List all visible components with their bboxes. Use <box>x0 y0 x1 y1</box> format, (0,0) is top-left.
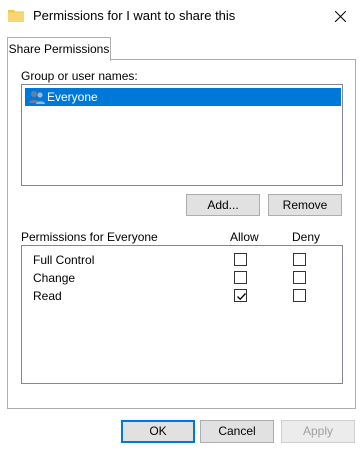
deny-checkbox-read[interactable] <box>293 289 306 302</box>
window-title: Permissions for I want to share this <box>33 8 236 23</box>
permission-name: Read <box>33 289 62 303</box>
remove-button[interactable]: Remove <box>268 194 342 216</box>
allow-column-header: Allow <box>230 230 259 244</box>
group-list-label: Group or user names: <box>21 69 138 83</box>
allow-checkbox-read[interactable] <box>234 289 247 302</box>
tab-share-permissions[interactable]: Share Permissions <box>7 37 111 61</box>
permissions-list: Full Control Change Read <box>21 245 343 384</box>
allow-checkbox-full-control[interactable] <box>234 253 247 266</box>
ok-button[interactable]: OK <box>121 420 195 443</box>
close-icon <box>335 11 346 22</box>
list-item-everyone[interactable]: Everyone <box>25 88 341 106</box>
title-bar[interactable]: Permissions for I want to share this <box>0 0 363 32</box>
users-icon <box>28 89 46 105</box>
deny-checkbox-full-control[interactable] <box>293 253 306 266</box>
allow-checkbox-change[interactable] <box>234 271 247 284</box>
permission-row-read: Read <box>22 286 342 305</box>
permission-name: Full Control <box>33 253 95 267</box>
cancel-button[interactable]: Cancel <box>200 420 274 443</box>
deny-column-header: Deny <box>292 230 321 244</box>
folder-icon <box>8 9 24 22</box>
group-user-list[interactable]: Everyone <box>21 84 343 186</box>
permission-name: Change <box>33 271 76 285</box>
checkmark-icon <box>237 293 246 301</box>
permission-row-full-control: Full Control <box>22 250 342 269</box>
permissions-header: Permissions for Everyone <box>21 230 158 244</box>
add-button[interactable]: Add... <box>186 194 260 216</box>
permission-row-change: Change <box>22 268 342 287</box>
list-item-label: Everyone <box>47 90 98 104</box>
deny-checkbox-change[interactable] <box>293 271 306 284</box>
permissions-dialog: Permissions for I want to share this Sha… <box>0 0 363 450</box>
apply-button[interactable]: Apply <box>281 420 355 443</box>
close-button[interactable] <box>318 0 363 32</box>
